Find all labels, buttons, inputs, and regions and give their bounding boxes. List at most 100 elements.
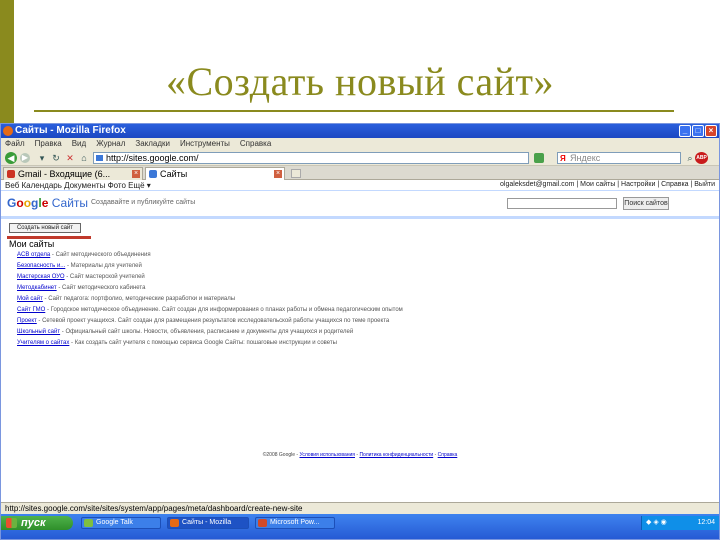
site-description: - Официальный сайт школы. Новости, объяв… xyxy=(60,329,354,335)
tab-close-icon[interactable]: × xyxy=(132,170,140,178)
firefox-icon xyxy=(3,126,13,136)
list-item: Школьный сайт - Официальный сайт школы. … xyxy=(17,327,707,338)
site-description: - Как создать сайт учителя с помощью сер… xyxy=(69,340,337,346)
window-controls: _ □ × xyxy=(679,125,717,137)
site-description: - Материалы для учителей xyxy=(65,263,142,269)
go-icon[interactable] xyxy=(534,153,544,163)
list-item: Сайт ГМО - Городское методическое объеди… xyxy=(17,305,707,316)
search-magnifier-icon[interactable]: ⌕ xyxy=(685,153,695,163)
slide-title-rule xyxy=(34,110,674,112)
close-icon[interactable]: × xyxy=(705,125,717,137)
browser-window: Сайты - Mozilla Firefox _ □ × Файл Правк… xyxy=(0,123,720,540)
talk-icon xyxy=(84,519,93,527)
create-site-button[interactable]: Создать новый сайт xyxy=(9,223,81,233)
task-powerpoint[interactable]: Microsoft Pow... xyxy=(255,517,335,529)
list-item: Мой сайт - Сайт педагога: портфолио, мет… xyxy=(17,294,707,305)
menu-view[interactable]: Вид xyxy=(72,138,86,150)
list-item: Методкабинет - Сайт методического кабине… xyxy=(17,283,707,294)
site-link[interactable]: Школьный сайт xyxy=(17,329,60,335)
forward-arrow-icon[interactable]: ▶ xyxy=(20,153,30,163)
minimize-icon[interactable]: _ xyxy=(679,125,691,137)
adblock-icon[interactable]: ABP xyxy=(695,152,708,164)
page-content: Веб Календарь Документы Фото Ещё ▾ olgal… xyxy=(1,180,719,502)
site-link[interactable]: Мой сайт xyxy=(17,296,43,302)
gmail-icon xyxy=(7,170,15,178)
site-search-button[interactable]: Поиск сайтов xyxy=(623,197,669,210)
google-bar-divider xyxy=(1,190,719,191)
tab-sites[interactable]: Сайты × xyxy=(145,167,285,180)
footer-copyright: ©2008 Google - xyxy=(262,452,300,458)
footer-link-privacy[interactable]: Политика конфиденциальности xyxy=(359,452,433,458)
header-subtitle: Создавайте и публикуйте сайты xyxy=(91,199,196,206)
site-link[interactable]: Мастерская ОУО xyxy=(17,274,65,280)
task-google-talk[interactable]: Google Talk xyxy=(81,517,161,529)
tab-bar: Gmail - Входящие (6... × Сайты × xyxy=(1,166,719,180)
site-link[interactable]: Учителям о сайтах xyxy=(17,340,69,346)
system-tray: ◆ ◈ ◉ 12:04 xyxy=(641,516,719,530)
task-label: Google Talk xyxy=(96,519,133,526)
firefox-icon xyxy=(170,519,179,527)
start-button[interactable]: пуск xyxy=(1,516,73,530)
dropdown-icon[interactable]: ▾ xyxy=(37,153,47,163)
logo-letter: o xyxy=(16,196,24,210)
my-sites-title: Мои сайты xyxy=(9,239,55,249)
status-bar: http://sites.google.com/site/sites/syste… xyxy=(1,502,719,514)
site-link[interactable]: Сайт ГМО xyxy=(17,307,45,313)
logo-letter: G xyxy=(7,196,17,210)
list-item: Безопасность и... - Материалы для учител… xyxy=(17,261,707,272)
back-arrow-icon[interactable]: ◀ xyxy=(5,152,17,164)
reload-icon[interactable]: ↻ xyxy=(51,153,61,163)
site-description: - Сайт методического кабинета xyxy=(56,285,146,291)
sites-icon xyxy=(149,170,157,178)
windows-taskbar: пуск Google Talk Сайты - Mozilla Microso… xyxy=(1,514,719,539)
logo-letter: e xyxy=(41,196,49,210)
site-search-input[interactable] xyxy=(507,198,617,209)
sites-list: ACB отдела - Сайт методического объедине… xyxy=(17,250,707,349)
url-input[interactable]: http://sites.google.com/ xyxy=(93,152,529,164)
menu-bookmarks[interactable]: Закладки xyxy=(135,138,170,150)
list-item: ACB отдела - Сайт методического объедине… xyxy=(17,250,707,261)
site-link[interactable]: ACB отдела xyxy=(17,252,50,258)
list-item: Мастерская ОУО - Сайт мастерской учителе… xyxy=(17,272,707,283)
navigation-toolbar: ◀ ▶ ▾ ↻ ✕ ⌂ http://sites.google.com/ Я Я… xyxy=(1,150,719,166)
tab-close-icon[interactable]: × xyxy=(274,170,282,178)
new-tab-icon[interactable] xyxy=(291,169,301,178)
task-firefox[interactable]: Сайты - Mozilla xyxy=(167,517,249,529)
footer-link-help[interactable]: Справка xyxy=(438,452,458,458)
home-icon[interactable]: ⌂ xyxy=(79,153,89,163)
site-link[interactable]: Безопасность и... xyxy=(17,263,65,269)
header-divider xyxy=(1,216,719,219)
menu-edit[interactable]: Правка xyxy=(35,138,62,150)
logo-letter: o xyxy=(23,196,32,210)
google-bar-right[interactable]: olgaleksdet@gmail.com | Мои сайты | Наст… xyxy=(500,181,715,188)
tab-gmail-label: Gmail - Входящие (6... xyxy=(18,169,111,179)
site-link[interactable]: Проект xyxy=(17,318,37,324)
page-footer: ©2008 Google - Условия использования - П… xyxy=(262,452,458,458)
search-input[interactable]: Я Яндекс xyxy=(557,152,681,164)
site-description: - Сайт педагога: портфолио, методические… xyxy=(42,296,236,302)
task-label: Сайты - Mozilla xyxy=(182,519,232,526)
yandex-icon: Я xyxy=(560,154,566,163)
google-sites-logo[interactable]: Google Сайты xyxy=(7,196,88,210)
menu-tools[interactable]: Инструменты xyxy=(180,138,230,150)
site-description: - Сайт методического объединения xyxy=(50,252,151,258)
tray-icons[interactable]: ◆ ◈ ◉ xyxy=(646,519,667,526)
tab-sites-label: Сайты xyxy=(160,169,188,179)
maximize-icon[interactable]: □ xyxy=(692,125,704,137)
site-description: - Сайт мастерской учителей xyxy=(64,274,145,280)
tray-clock: 12:04 xyxy=(697,519,715,526)
footer-link-terms[interactable]: Условия использования xyxy=(299,452,355,458)
tab-gmail[interactable]: Gmail - Входящие (6... × xyxy=(3,167,143,180)
task-label: Microsoft Pow... xyxy=(270,519,320,526)
site-description: - Городское методическое объединение. Са… xyxy=(45,307,403,313)
stop-icon[interactable]: ✕ xyxy=(65,153,75,163)
list-item: Проект - Сетевой проект учащихся. Сайт с… xyxy=(17,316,707,327)
start-label: пуск xyxy=(21,517,46,529)
site-link[interactable]: Методкабинет xyxy=(17,285,57,291)
menu-help[interactable]: Справка xyxy=(240,138,271,150)
search-placeholder: Яндекс xyxy=(570,153,601,163)
list-item: Учителям о сайтах - Как создать сайт учи… xyxy=(17,338,707,349)
menu-history[interactable]: Журнал xyxy=(96,138,125,150)
menu-file[interactable]: Файл xyxy=(5,138,25,150)
google-bar-left[interactable]: Веб Календарь Документы Фото Ещё ▾ xyxy=(5,181,151,190)
